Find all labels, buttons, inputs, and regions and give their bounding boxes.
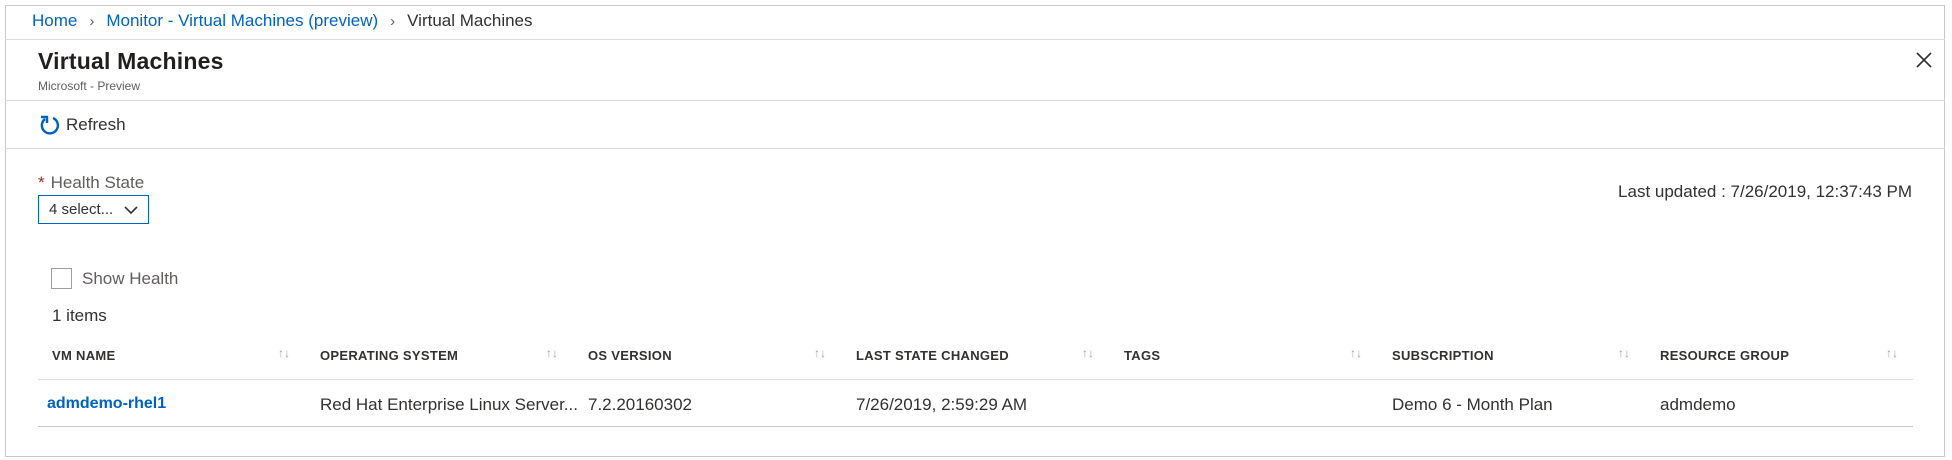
sort-icon[interactable]: ↑↓ [814, 346, 826, 360]
close-icon [1916, 52, 1932, 68]
breadcrumb-home[interactable]: Home [32, 11, 77, 31]
cell-operating-system: Red Hat Enterprise Linux Server... [320, 395, 578, 414]
health-state-label: * Health State [38, 173, 144, 193]
sort-icon[interactable]: ↑↓ [1082, 346, 1094, 360]
refresh-button[interactable]: Refresh [38, 114, 126, 136]
vm-name-link[interactable]: admdemo-rhel1 [47, 395, 166, 413]
chevron-down-icon [124, 206, 138, 215]
column-header-tags[interactable]: TAGS [1124, 348, 1160, 363]
cell-os-version: 7.2.20160302 [588, 395, 692, 414]
health-state-dropdown[interactable]: 4 select... [38, 195, 149, 224]
divider [5, 148, 1945, 149]
breadcrumb-current: Virtual Machines [407, 11, 533, 30]
sort-icon[interactable]: ↑↓ [1350, 346, 1362, 360]
column-header-last-state-changed[interactable]: LAST STATE CHANGED [856, 348, 1009, 363]
column-header-vm-name[interactable]: VM NAME [52, 348, 116, 363]
divider [5, 39, 1945, 40]
column-header-operating-system[interactable]: OPERATING SYSTEM [320, 348, 458, 363]
refresh-icon [40, 115, 60, 135]
breadcrumb: Home › Monitor - Virtual Machines (previ… [32, 11, 533, 31]
page-subtitle: Microsoft - Preview [38, 79, 141, 93]
items-count: 1 items [52, 306, 107, 325]
show-health-checkbox[interactable] [51, 268, 72, 289]
column-header-resource-group[interactable]: RESOURCE GROUP [1660, 348, 1789, 363]
refresh-label: Refresh [66, 115, 126, 134]
column-header-os-version[interactable]: OS VERSION [588, 348, 672, 363]
table-row[interactable]: admdemo-rhel1 Red Hat Enterprise Linux S… [38, 380, 1913, 427]
sort-icon[interactable]: ↑↓ [278, 346, 290, 360]
vm-table: VM NAME ↑↓ OPERATING SYSTEM ↑↓ OS VERSIO… [38, 336, 1913, 427]
page-title: Virtual Machines [38, 48, 224, 74]
sort-icon[interactable]: ↑↓ [1618, 346, 1630, 360]
health-state-selected: 4 select... [49, 201, 114, 218]
breadcrumb-separator-icon: › [390, 12, 396, 30]
cell-resource-group: admdemo [1660, 395, 1736, 414]
health-state-label-text: Health State [50, 173, 145, 192]
cell-last-state-changed: 7/26/2019, 2:59:29 AM [856, 395, 1028, 414]
cell-subscription: Demo 6 - Month Plan [1392, 395, 1553, 414]
show-health-toggle[interactable]: Show Health [51, 268, 178, 289]
column-header-subscription[interactable]: SUBSCRIPTION [1392, 348, 1494, 363]
close-button[interactable] [1915, 51, 1933, 69]
last-updated-timestamp: Last updated : 7/26/2019, 12:37:43 PM [1618, 182, 1912, 201]
show-health-label: Show Health [82, 268, 179, 288]
sort-icon[interactable]: ↑↓ [546, 346, 558, 360]
divider [5, 100, 1945, 101]
breadcrumb-separator-icon: › [89, 12, 95, 30]
table-header: VM NAME ↑↓ OPERATING SYSTEM ↑↓ OS VERSIO… [38, 336, 1913, 380]
breadcrumb-monitor-vms[interactable]: Monitor - Virtual Machines (preview) [106, 11, 378, 31]
required-marker: * [38, 173, 45, 192]
sort-icon[interactable]: ↑↓ [1886, 346, 1898, 360]
